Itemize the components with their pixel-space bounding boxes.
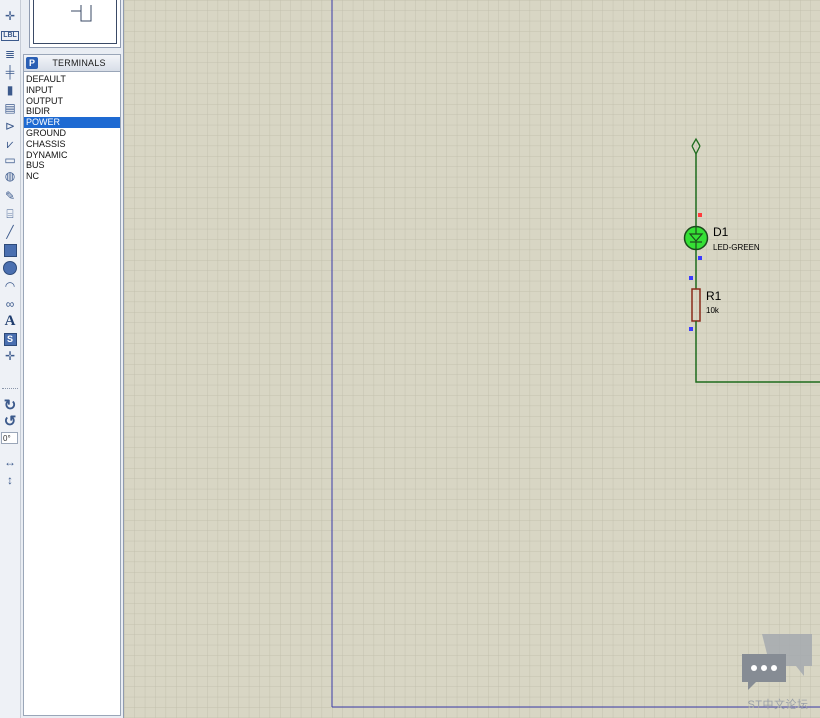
virtual-instruments-mode-icon[interactable]: ⌸ — [2, 206, 18, 222]
terminals-mode-icon[interactable]: ▤ — [2, 100, 18, 116]
device-pins-mode-icon[interactable]: ⊳ — [2, 118, 18, 134]
terminal-item-chassis[interactable]: CHASSIS — [24, 139, 120, 150]
path-tool-icon[interactable]: ∞ — [2, 296, 18, 312]
grid — [124, 0, 820, 718]
toolbar-separator — [2, 388, 18, 389]
mode-toolbar: ✛ LBL ≣ ╪ ▮ ▤ ⊳ ⩗ ▭ ◍ ✎ ⌸ ╱ ◠ ∞ A S ✛ ↻ … — [0, 0, 21, 718]
bus-mode-icon[interactable]: ╪ — [2, 64, 18, 80]
terminal-item-output[interactable]: OUTPUT — [24, 96, 120, 107]
wire-label-mode-icon[interactable]: LBL — [1, 28, 19, 44]
schematic-canvas[interactable]: D1 LED-GREEN R1 10k — [124, 0, 820, 718]
panel-title: TERMINALS — [52, 58, 106, 68]
terminal-item-ground[interactable]: GROUND — [24, 128, 120, 139]
wire-label-text: LBL — [1, 31, 19, 41]
resistor-ref-label: R1 — [706, 289, 722, 303]
resistor-pin-bottom-marker — [689, 327, 693, 331]
led-pin-anode-marker — [698, 213, 702, 217]
led-value-label: LED-GREEN — [713, 243, 760, 252]
watermark: ST中文论坛 — [740, 630, 816, 711]
rotate-anticlockwise-icon[interactable]: ↺ — [2, 414, 18, 430]
resistor-pin-top-marker — [689, 276, 693, 280]
text-tool-icon[interactable]: A — [2, 313, 18, 329]
terminal-item-input[interactable]: INPUT — [24, 85, 120, 96]
terminal-item-bidir[interactable]: BIDIR — [24, 106, 120, 117]
mirror-vertical-icon[interactable]: ↕ — [2, 472, 18, 488]
object-selector-panel: P TERMINALS DEFAULT INPUT OUTPUT BIDIR POWER… — [21, 0, 124, 718]
proteus-isis-window: ✛ LBL ≣ ╪ ▮ ▤ ⊳ ⩗ ▭ ◍ ✎ ⌸ ╱ ◠ ∞ A S ✛ ↻ … — [0, 0, 820, 718]
graph-mode-icon[interactable]: ⩗ — [2, 136, 18, 152]
chat-bubbles-icon — [742, 634, 812, 690]
text-tool-label: A — [4, 313, 16, 329]
led-ref-label: D1 — [713, 225, 729, 239]
selection-mode-icon[interactable]: ✛ — [2, 8, 18, 24]
terminal-item-default[interactable]: DEFAULT — [24, 74, 120, 85]
overview-window[interactable] — [29, 0, 121, 48]
circle-tool-icon[interactable] — [2, 260, 18, 276]
terminal-item-bus[interactable]: BUS — [24, 160, 120, 171]
schematic-drawing: D1 LED-GREEN R1 10k — [124, 0, 820, 718]
tape-recorder-mode-icon[interactable]: ▭ — [2, 152, 18, 168]
rotate-clockwise-icon[interactable]: ↻ — [2, 398, 18, 414]
overview-preview-graphic — [71, 5, 92, 22]
watermark-text: ST中文论坛 — [747, 699, 809, 711]
text-script-mode-icon[interactable]: ≣ — [2, 46, 18, 62]
resistor-value-label: 10k — [706, 306, 720, 315]
box-tool-icon[interactable] — [2, 242, 18, 258]
symbol-tool-icon[interactable]: S — [2, 331, 18, 347]
line-tool-icon[interactable]: ╱ — [2, 224, 18, 240]
led-pin-cathode-marker — [698, 256, 702, 260]
marker-tool-icon[interactable]: ✛ — [2, 348, 18, 364]
generator-mode-icon[interactable]: ◍ — [2, 168, 18, 184]
terminals-list[interactable]: DEFAULT INPUT OUTPUT BIDIR POWER GROUND CHASSI… — [23, 72, 121, 716]
panel-header: P TERMINALS — [23, 54, 121, 72]
voltage-probe-mode-icon[interactable]: ✎ — [2, 188, 18, 204]
overview-sheet-outline — [33, 0, 117, 44]
terminal-item-dynamic[interactable]: DYNAMIC — [24, 150, 120, 161]
rotation-angle-field[interactable]: 0° — [1, 432, 18, 444]
mirror-horizontal-icon[interactable]: ↔ — [2, 454, 18, 470]
subcircuit-mode-icon[interactable]: ▮ — [2, 82, 18, 98]
pick-devices-button[interactable]: P — [26, 57, 38, 69]
symbol-tool-label: S — [3, 332, 17, 346]
terminal-item-nc[interactable]: NC — [24, 171, 120, 182]
terminal-item-power[interactable]: POWER — [24, 117, 120, 128]
arc-tool-icon[interactable]: ◠ — [2, 278, 18, 294]
